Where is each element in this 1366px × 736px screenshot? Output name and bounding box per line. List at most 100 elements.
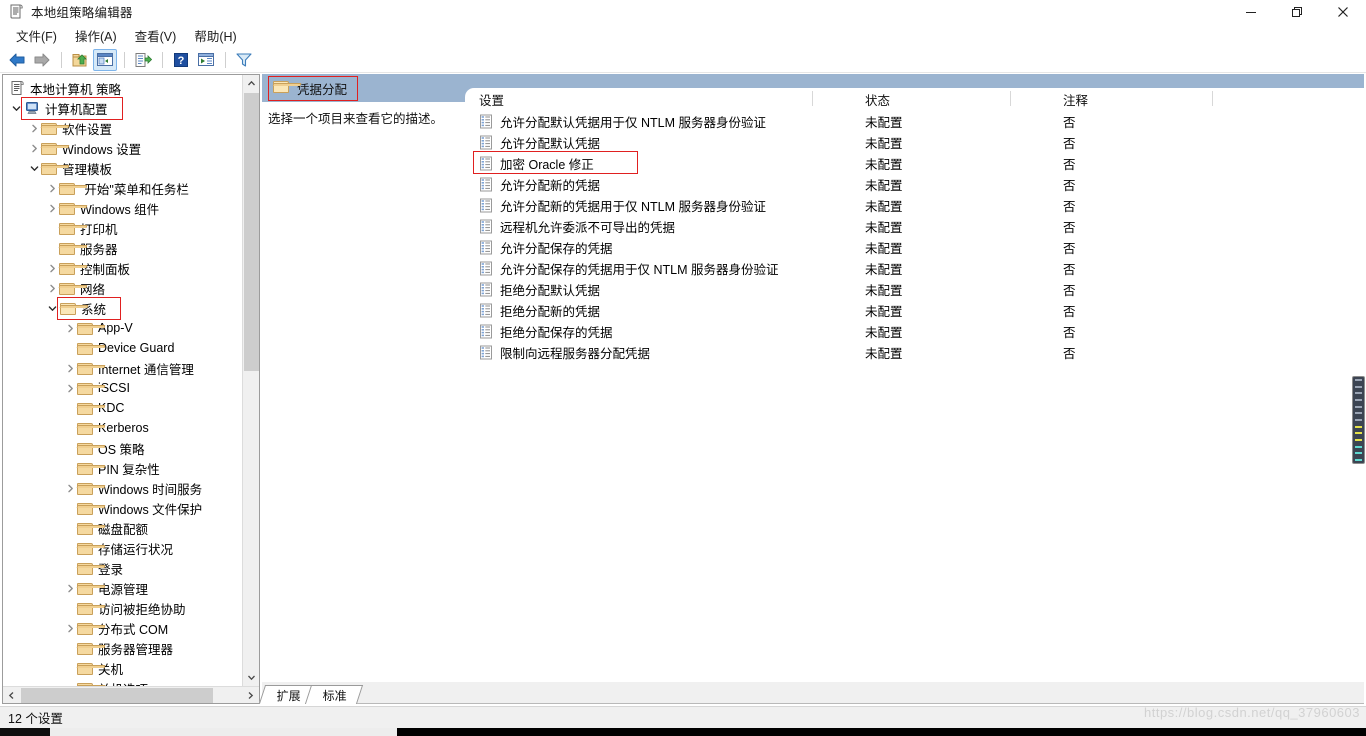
table-row[interactable]: 允许分配新的凭据 未配置 否	[465, 174, 1364, 195]
cell-comment: 否	[1063, 137, 1076, 151]
table-row[interactable]: 拒绝分配保存的凭据 未配置 否	[465, 321, 1364, 342]
tree-item-content: 服务器	[45, 238, 122, 258]
table-row[interactable]: 允许分配默认凭据 未配置 否	[465, 132, 1364, 153]
tree-item-4[interactable]: "开始"菜单和任务栏	[3, 178, 242, 198]
chevron-right-icon[interactable]	[63, 318, 77, 338]
chevron-right-icon[interactable]	[27, 138, 41, 158]
up-folder-icon[interactable]	[68, 49, 92, 71]
tree-item-content: 分布式 COM	[63, 618, 172, 638]
scroll-up-icon[interactable]	[243, 75, 259, 92]
tree-item-content: Windows 组件	[45, 198, 163, 218]
tree-item-21[interactable]: 磁盘配额	[3, 518, 242, 538]
chevron-right-icon[interactable]	[63, 618, 77, 638]
screen-edge-scroll-widget[interactable]	[1352, 376, 1365, 464]
table-row[interactable]: 限制向远程服务器分配凭据 未配置 否	[465, 342, 1364, 363]
table-row[interactable]: 拒绝分配默认凭据 未配置 否	[465, 279, 1364, 300]
chevron-right-icon[interactable]	[45, 258, 59, 278]
forward-icon[interactable]	[30, 49, 54, 71]
tree-item-5[interactable]: Windows 组件	[3, 198, 242, 218]
tree-item-28[interactable]: 关机	[3, 658, 242, 678]
cell-status: 未配置	[865, 242, 903, 256]
tree-item-23[interactable]: 登录	[3, 558, 242, 578]
column-header-setting[interactable]: 设置	[465, 88, 813, 111]
chevron-right-icon[interactable]	[63, 378, 77, 398]
tree-item-label: iSCSI	[98, 381, 130, 395]
menu-view[interactable]: 查看(V)	[127, 24, 185, 47]
chevron-right-icon[interactable]	[63, 578, 77, 598]
show-hide-tree-icon[interactable]	[93, 48, 117, 71]
tree-vertical-scrollbar[interactable]	[242, 75, 259, 686]
close-button[interactable]	[1320, 0, 1366, 23]
tree-item-1[interactable]: 软件设置	[3, 118, 242, 138]
tree-item-2[interactable]: Windows 设置	[3, 138, 242, 158]
tree-item-11[interactable]: App-V	[3, 318, 242, 338]
tree-item-16[interactable]: Kerberos	[3, 418, 242, 438]
properties-icon[interactable]	[194, 49, 218, 71]
tree-item-19[interactable]: Windows 时间服务	[3, 478, 242, 498]
tree-horizontal-scrollbar[interactable]	[3, 686, 259, 703]
column-header-comment[interactable]: 注释	[1011, 88, 1213, 111]
chevron-down-icon[interactable]	[27, 158, 41, 178]
current-node-header[interactable]: 凭据分配	[268, 75, 359, 101]
tree-item-26[interactable]: 分布式 COM	[3, 618, 242, 638]
scroll-down-icon[interactable]	[243, 669, 259, 686]
help-icon[interactable]: ?	[169, 49, 193, 71]
table-row[interactable]: 允许分配默认凭据用于仅 NTLM 服务器身份验证 未配置 否	[465, 111, 1364, 132]
tab-standard[interactable]: 标准	[304, 685, 364, 704]
chevron-right-icon[interactable]	[27, 118, 41, 138]
tree-item-22[interactable]: 存储运行状况	[3, 538, 242, 558]
taskbar-app-area[interactable]	[50, 728, 397, 736]
chevron-right-icon[interactable]	[45, 198, 59, 218]
maximize-restore-button[interactable]	[1274, 0, 1320, 23]
table-row[interactable]: 拒绝分配新的凭据 未配置 否	[465, 300, 1364, 321]
setting-name: 拒绝分配保存的凭据	[500, 326, 613, 340]
tree-item-label: Windows 组件	[80, 202, 160, 217]
settings-list-header: 设置 状态 注释	[465, 88, 1364, 111]
table-row[interactable]: 允许分配新的凭据用于仅 NTLM 服务器身份验证 未配置 否	[465, 195, 1364, 216]
export-list-icon[interactable]	[131, 49, 155, 71]
tree-item-12[interactable]: Device Guard	[3, 338, 242, 358]
table-row[interactable]: 允许分配保存的凭据 未配置 否	[465, 237, 1364, 258]
filter-icon[interactable]	[232, 49, 256, 71]
scroll-right-icon[interactable]	[242, 687, 259, 703]
tree-item-18[interactable]: PIN 复杂性	[3, 458, 242, 478]
chevron-right-icon[interactable]	[63, 478, 77, 498]
tree-item-label: 访问被拒绝协助	[98, 602, 186, 617]
menu-help[interactable]: 帮助(H)	[186, 24, 244, 47]
table-row[interactable]: 远程机允许委派不可导出的凭据 未配置 否	[465, 216, 1364, 237]
scroll-left-icon[interactable]	[3, 687, 20, 703]
tree-item-17[interactable]: OS 策略	[3, 438, 242, 458]
setting-name: 允许分配新的凭据	[500, 179, 601, 193]
tree-scrollbar-thumb[interactable]	[244, 93, 259, 371]
chevron-right-icon[interactable]	[63, 358, 77, 378]
table-row[interactable]: 允许分配保存的凭据用于仅 NTLM 服务器身份验证 未配置 否	[465, 258, 1364, 279]
menu-action[interactable]: 操作(A)	[67, 24, 125, 47]
tree-item-6[interactable]: 打印机	[3, 218, 242, 238]
tree-item-10[interactable]: 系统	[3, 296, 242, 320]
tree-item-7[interactable]: 服务器	[3, 238, 242, 258]
column-header-status[interactable]: 状态	[813, 88, 1011, 111]
tree-item-9[interactable]: 网络	[3, 278, 242, 298]
tree-item-15[interactable]: KDC	[3, 398, 242, 418]
chevron-right-icon[interactable]	[45, 178, 59, 198]
menu-file[interactable]: 文件(F)	[8, 24, 65, 47]
tree-item-20[interactable]: Windows 文件保护	[3, 498, 242, 518]
tree-item-3[interactable]: 管理模板	[3, 158, 242, 178]
table-row[interactable]: 加密 Oracle 修正 未配置 否	[465, 151, 1364, 174]
tree-item-8[interactable]: 控制面板	[3, 258, 242, 278]
taskbar-start-area[interactable]	[0, 728, 50, 736]
back-icon[interactable]	[5, 49, 29, 71]
chevron-right-icon[interactable]	[45, 278, 59, 298]
tree-item-0[interactable]: 计算机配置	[3, 96, 242, 120]
tree-item-14[interactable]: iSCSI	[3, 378, 242, 398]
tree-item-24[interactable]: 电源管理	[3, 578, 242, 598]
tree-item-27[interactable]: 服务器管理器	[3, 638, 242, 658]
tree-hscrollbar-thumb[interactable]	[21, 688, 213, 703]
minimize-button[interactable]	[1228, 0, 1274, 23]
folder-icon	[76, 620, 106, 636]
tree-item-25[interactable]: 访问被拒绝协助	[3, 598, 242, 618]
tree-item-29[interactable]: 关机选项	[3, 678, 242, 686]
tree-item-root[interactable]: 本地计算机 策略	[3, 78, 242, 98]
local-group-policy-editor-window: 本地组策略编辑器 文件(F) 操作(A) 查看(V) 帮助(H) ? 本地计算机…	[0, 0, 1366, 736]
tree-item-13[interactable]: Internet 通信管理	[3, 358, 242, 378]
